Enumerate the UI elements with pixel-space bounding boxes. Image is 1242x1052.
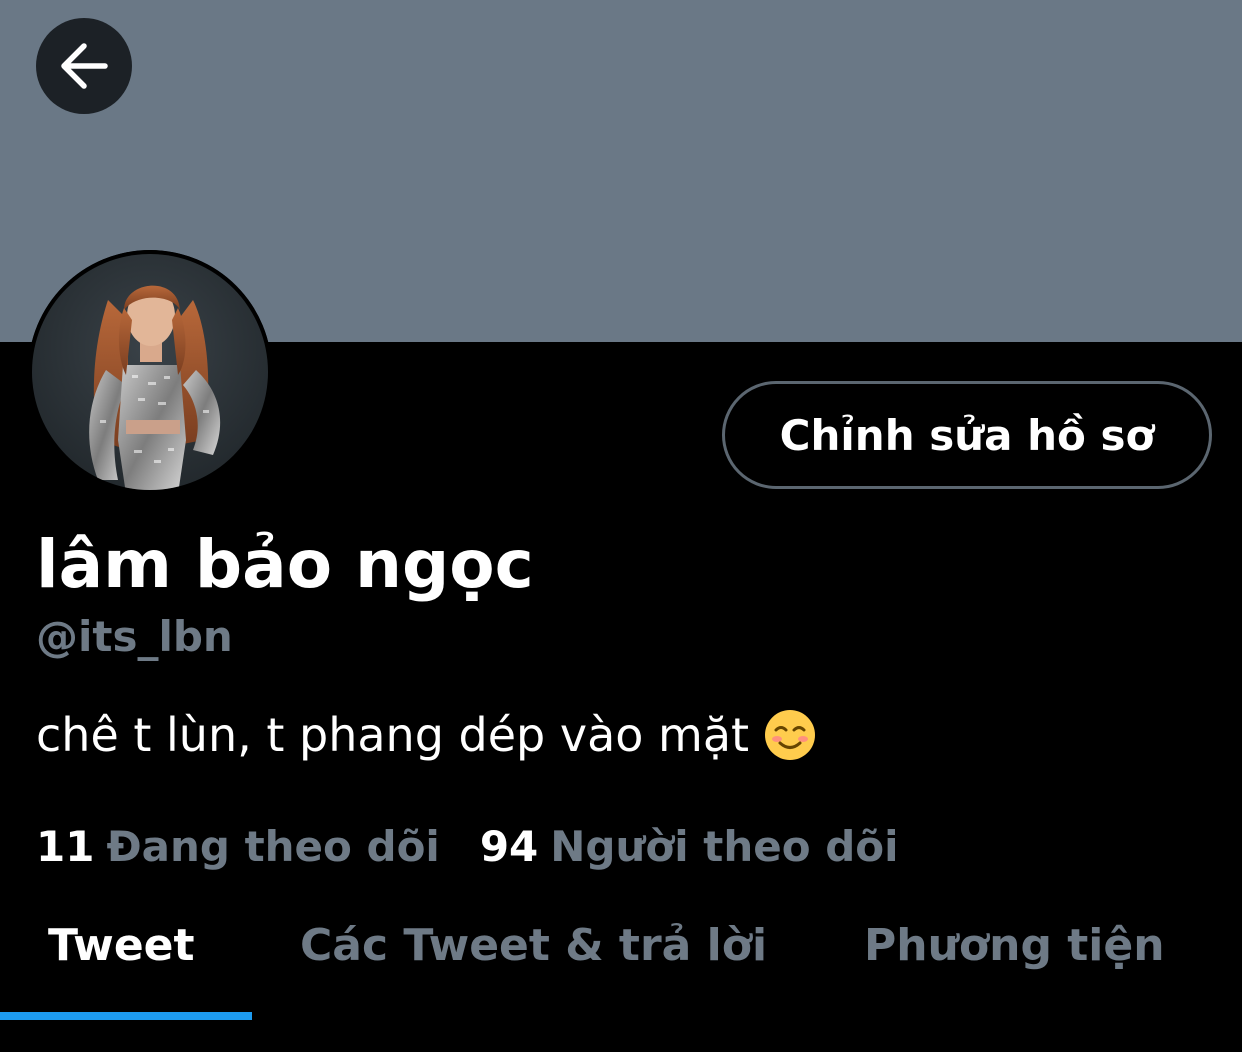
edit-profile-button[interactable]: Chỉnh sửa hồ sơ (722, 381, 1212, 489)
bio-text: chê t lùn, t phang dép vào mặt (36, 708, 750, 762)
following-count: 11 (36, 822, 95, 871)
arrow-left-icon (58, 40, 110, 92)
smiling-face-emoji-icon (763, 708, 817, 762)
profile-tabs: Tweet Các Tweet & trả lời Phương tiện (0, 900, 1242, 1022)
following-stat[interactable]: 11 Đang theo dõi (36, 820, 440, 874)
bio: chê t lùn, t phang dép vào mặt (36, 705, 817, 765)
avatar[interactable] (28, 250, 272, 494)
following-label: Đang theo dõi (106, 822, 440, 871)
active-tab-indicator (0, 1012, 252, 1020)
followers-label: Người theo dõi (550, 822, 899, 871)
display-name: lâm bảo ngọc (36, 526, 534, 603)
tab-media[interactable]: Phương tiện (864, 918, 1165, 974)
followers-count: 94 (479, 822, 539, 871)
back-button[interactable] (36, 18, 132, 114)
tab-tweets[interactable]: Tweet (48, 918, 195, 974)
profile-page: Chỉnh sửa hồ sơ lâm bảo ngọc @its_lbn ch… (0, 0, 1242, 1052)
tab-tweets-and-replies[interactable]: Các Tweet & trả lời (300, 918, 767, 974)
profile-stats: 11 Đang theo dõi 94 Người theo dõi (36, 820, 899, 874)
followers-stat[interactable]: 94 Người theo dõi (480, 820, 899, 874)
user-handle: @its_lbn (36, 612, 233, 661)
